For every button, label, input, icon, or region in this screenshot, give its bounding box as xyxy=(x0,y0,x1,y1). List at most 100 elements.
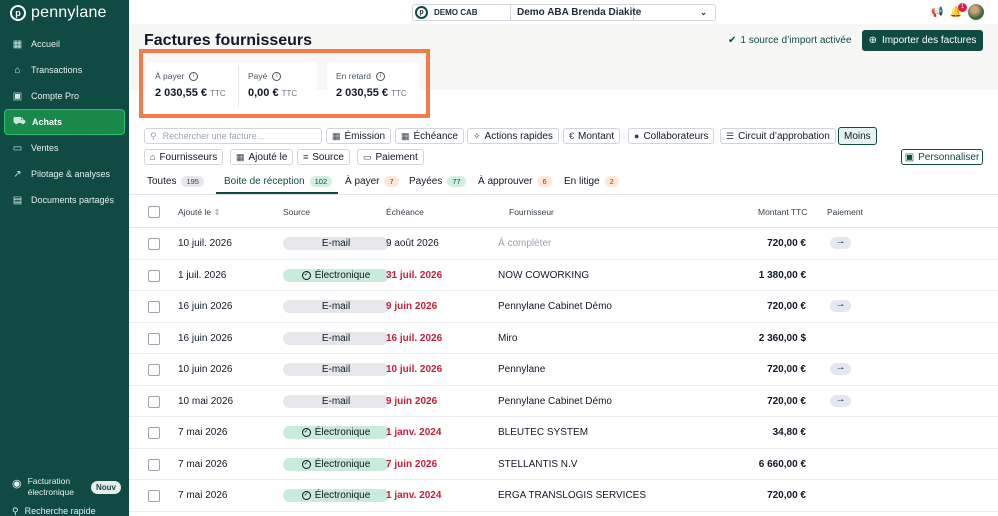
paye-label: Payé xyxy=(248,71,268,81)
filter-collaborateurs[interactable]: ● Collaborateurs xyxy=(628,128,715,144)
columns-icon: ▣ xyxy=(904,151,915,163)
filter-fournisseurs[interactable]: ⌂ Fournisseurs xyxy=(144,149,224,165)
less-filters-button[interactable]: Moins xyxy=(838,127,877,145)
en-retard-label: En retard xyxy=(336,71,371,81)
cell-montant: 720,00 € xyxy=(767,301,806,312)
source-badge: E-mail xyxy=(283,300,389,313)
tab-toutes[interactable]: Toutes 195 xyxy=(144,172,216,194)
page-title: Factures fournisseurs xyxy=(144,32,313,49)
quick-search-link[interactable]: ⚲ Recherche rapide xyxy=(12,506,96,516)
list-check-icon: ☰ xyxy=(726,130,735,141)
row-checkbox[interactable] xyxy=(148,364,160,376)
filter-ajoute-le[interactable]: ▦ Ajouté le xyxy=(230,149,294,165)
megaphone-icon[interactable]: 📢 xyxy=(931,7,943,18)
col-ajoute[interactable]: Ajouté le ⇕ xyxy=(178,207,221,218)
tab-a-payer[interactable]: À payer 7 xyxy=(338,172,406,194)
row-checkbox[interactable] xyxy=(148,301,160,313)
logo[interactable]: p pennylane xyxy=(10,4,107,22)
sidebar-item-ventes[interactable]: ▭ Ventes xyxy=(4,135,125,161)
card-icon: ▣ xyxy=(12,90,23,102)
globe-icon: ◉ xyxy=(12,478,22,490)
table-row[interactable]: 10 juil. 2026 E-mail 9 août 2026 À compléte… xyxy=(129,228,998,260)
table-row[interactable]: 1 juil. 2026 ✓ Électronique 31 juil. 2026 NO… xyxy=(129,260,998,291)
payment-status-icon[interactable]: ⇀ xyxy=(830,363,851,375)
customize-button[interactable]: ▣ Personnaliser xyxy=(901,149,983,165)
col-label: Ajouté le xyxy=(178,207,212,217)
row-checkbox[interactable] xyxy=(148,490,160,502)
cell-montant: 2 360,00 $ xyxy=(758,332,806,344)
payment-status-icon[interactable]: ⇀ xyxy=(830,300,851,312)
chart-icon: ↗ xyxy=(13,168,22,180)
sidebar-nav: ▦ Accueil ⌂ Transactions ▣ Compte Pro ⛟ … xyxy=(0,31,129,213)
cell-ajoute: 10 juin 2026 xyxy=(178,364,233,375)
sidebar-item-pilotage[interactable]: ↗ Pilotage & analyses xyxy=(4,161,125,187)
import-source-label: 1 source d’import activée xyxy=(740,35,852,46)
filter-emission[interactable]: ▦ Émission xyxy=(326,128,392,144)
table-row[interactable]: 7 mai 2026 ✓ Électronique 7 juin 2026 STELLA… xyxy=(129,449,998,480)
summary-paye[interactable]: Payé i 0,00 € TTC xyxy=(239,62,317,111)
tab-label: À payer xyxy=(345,176,380,187)
import-button-label: Importer des factures xyxy=(881,35,977,46)
table-row[interactable]: 16 juin 2026 E-mail 16 juil. 2026 Miro 2 360… xyxy=(129,323,998,354)
magic-wand-icon: ✧ xyxy=(473,130,481,141)
tab-a-approuver[interactable]: À approuver 6 xyxy=(475,172,561,194)
tab-count: 195 xyxy=(181,176,204,187)
filter-actions-rapides[interactable]: ✧ Actions rapides xyxy=(467,128,559,144)
source-badge: E-mail xyxy=(283,331,389,345)
payment-status-icon[interactable]: ⇀ xyxy=(830,394,851,407)
quick-search-label: Recherche rapide xyxy=(24,506,96,516)
summary-a-payer[interactable]: À payer i 2 030,55 € TTC xyxy=(146,62,238,111)
row-checkbox[interactable] xyxy=(148,269,160,282)
tab-en-litige[interactable]: En litige 2 xyxy=(561,172,631,194)
cell-ajoute: 1 juil. 2026 xyxy=(178,269,227,281)
bell-icon[interactable]: 🔔 1 xyxy=(950,2,967,18)
summary-label: Payé i xyxy=(248,71,308,81)
cell-montant: 34,80 € xyxy=(772,427,806,438)
row-checkbox[interactable] xyxy=(148,332,160,345)
sidebar-item-label: Compte Pro xyxy=(31,91,80,101)
new-badge: Nouv xyxy=(91,481,121,494)
row-checkbox[interactable] xyxy=(148,458,160,471)
source-badge: E-mail xyxy=(283,394,389,408)
payment-status-icon[interactable]: ⇀ xyxy=(830,237,851,249)
search-input[interactable]: ⚲ Rechercher une facture... xyxy=(144,128,322,144)
sidebar-item-accueil[interactable]: ▦ Accueil xyxy=(4,31,125,57)
table-row[interactable]: 10 mai 2026 E-mail 9 juin 2026 Pennylane Ca… xyxy=(129,386,998,417)
select-all-checkbox[interactable] xyxy=(148,206,160,218)
avatar[interactable] xyxy=(968,4,984,20)
check-circle-icon: ✔ xyxy=(728,35,737,46)
cell-fournisseur[interactable]: À compléter xyxy=(498,238,551,249)
tab-boite-de-reception[interactable]: Boite de réception 102 xyxy=(216,172,338,194)
filter-montant[interactable]: € Montant xyxy=(563,128,621,144)
sidebar-item-label: Pilotage & analyses xyxy=(31,169,111,179)
row-checkbox[interactable] xyxy=(148,238,160,250)
cell-fournisseur: BLEUTEC SYSTEM xyxy=(498,427,589,438)
import-invoices-button[interactable]: ⊕ Importer des factures xyxy=(862,30,983,51)
import-source-info[interactable]: ✔ 1 source d’import activée xyxy=(728,35,852,46)
sidebar-item-achats[interactable]: ⛟ Achats xyxy=(4,109,125,135)
filter-circuit[interactable]: ☰ Circuit d’approbation xyxy=(720,128,836,144)
sidebar-item-documents[interactable]: ▤ Documents partagés xyxy=(4,187,125,213)
filter-paiement[interactable]: ▭ Paiement xyxy=(357,149,424,165)
tab-payees[interactable]: Payées 77 xyxy=(406,172,475,194)
row-checkbox[interactable] xyxy=(148,427,160,439)
table-row[interactable]: 7 mai 2026 ✓ Électronique 1 janv. 2024 ERGA … xyxy=(129,480,998,512)
filter-echeance[interactable]: ▦ Échéance xyxy=(395,128,464,144)
calendar-icon: ▦ xyxy=(401,130,410,141)
table-row[interactable]: 16 juin 2026 E-mail 9 juin 2026 Pennylane C… xyxy=(129,291,998,323)
sidebar-item-compte-pro[interactable]: ▣ Compte Pro xyxy=(4,83,125,109)
info-icon: i xyxy=(375,71,385,81)
filter-source[interactable]: ≡ Source xyxy=(297,149,350,165)
table-row[interactable]: 7 mai 2026 ✓ Électronique 1 janv. 2024 BLEUT… xyxy=(129,417,998,449)
cell-montant: 720,00 € xyxy=(767,364,806,375)
summary-en-retard[interactable]: En retard i 2 030,55 € TTC xyxy=(327,62,419,111)
store-icon: ⌂ xyxy=(150,152,156,162)
company-selector[interactable]: Demo ABA Brenda Diakite ⌄ xyxy=(510,4,716,21)
source-badge: ✓ Électronique xyxy=(283,457,389,471)
table-row[interactable]: 10 juin 2026 E-mail 10 juil. 2026 Pennylane… xyxy=(129,354,998,386)
sidebar-item-transactions[interactable]: ⌂ Transactions xyxy=(4,57,125,83)
row-checkbox[interactable] xyxy=(148,395,160,408)
sidebar-item-label: Accueil xyxy=(31,39,61,49)
cell-fournisseur: Pennylane Cabinet Démo xyxy=(498,301,612,312)
filter-label: Montant xyxy=(578,130,615,142)
